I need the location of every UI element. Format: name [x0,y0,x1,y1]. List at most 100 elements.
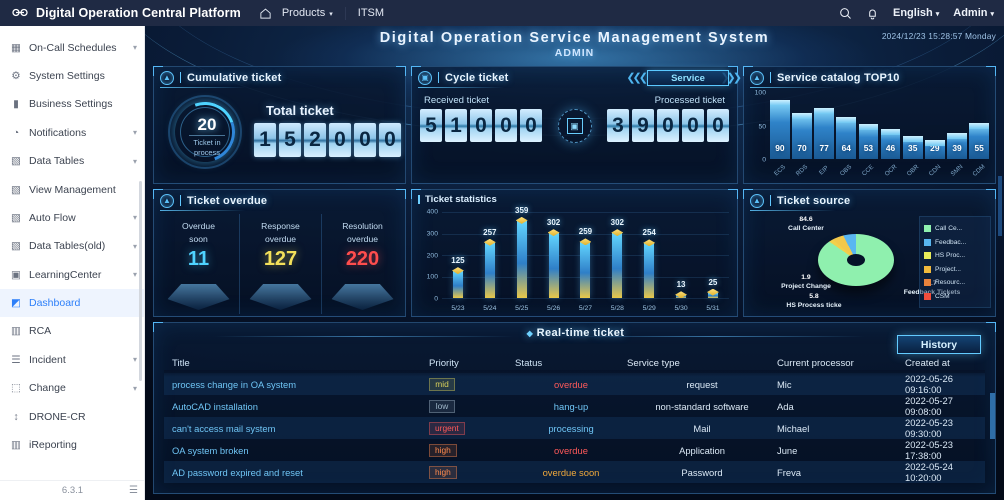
cell-title[interactable]: AutoCAD installation [164,401,429,412]
priority-badge: low [429,399,455,413]
dashboard-right-scrollbar[interactable] [998,176,1002,236]
chart-bar-column[interactable]: 39 SMN [947,93,967,178]
odometer-digit: 0 [495,109,517,142]
legend-item[interactable]: CSM [924,290,986,304]
cell-title[interactable]: AD password expired and reset [164,467,429,478]
chart-bar-column[interactable]: 257 5/24 [475,212,504,312]
chart-bar-column[interactable]: 359 5/25 [507,206,536,312]
service-button[interactable]: Service [647,70,729,86]
sidebar-item-learningcenter[interactable]: ▣ LearningCenter ▾ [0,261,144,289]
overdue-metric-card[interactable]: Response overdue 127 [240,214,322,314]
overdue-metric-card[interactable]: Resolution overdue 220 [322,214,403,314]
priority-badge: mid [429,377,455,391]
chevron-down-icon[interactable]: ▾ [133,242,137,251]
chart-bar-column[interactable]: 259 5/27 [571,212,600,312]
x-axis-tick: ECS [772,163,787,178]
sidebar-item-change[interactable]: ⬚ Change ▾ [0,374,144,402]
chart-bar-column[interactable]: 35 OBR [902,93,923,178]
cell-title[interactable]: process change in OA system [164,379,429,390]
legend-item[interactable]: Resourc... [924,276,986,290]
sidebar-item-data-tables-old[interactable]: ▧ Data Tables(old) ▾ [0,232,144,260]
legend-item[interactable]: Project... [924,263,986,277]
table-icon: ▧ [11,240,21,253]
drone-icon: ↕ [13,410,19,423]
chevron-down-icon[interactable]: ▾ [133,355,137,364]
legend-item[interactable]: Feedbac... [924,236,986,250]
table-row[interactable]: AutoCAD installation low hang-up non-standa… [164,395,985,417]
sidebar-item-incident[interactable]: ☰ Incident ▾ [0,346,144,374]
sidebar-item-ireporting[interactable]: ▥ iReporting [0,431,144,459]
cell-title[interactable]: OA system broken [164,445,429,456]
nav-itsm[interactable]: ITSM [358,7,384,19]
sidebar-item-auto-flow[interactable]: ▧ Auto Flow ▾ [0,204,144,232]
table-icon: ▧ [11,155,21,168]
chevron-down-icon[interactable]: ▾ [133,128,137,137]
table-row[interactable]: AD password expired and reset high overdue… [164,461,985,483]
bell-icon[interactable] [866,7,879,20]
user-menu[interactable]: Admin ▾ [953,7,994,19]
sidebar-item-system-settings[interactable]: ⚙ System Settings [0,62,144,90]
metric-label: Response overdue [240,220,321,245]
sidebar-item-notifications[interactable]: ◔ Notifications ▾ [0,119,144,147]
chevron-down-icon[interactable]: ▾ [133,213,137,222]
chart-bar-column[interactable]: 46 OCR [880,93,901,178]
chevron-down-icon[interactable]: ▾ [133,157,137,166]
chart-bar-column[interactable]: 125 5/23 [444,212,473,312]
table-row[interactable]: process change in OA system mid overdue req… [164,373,985,395]
table-row[interactable]: OA system broken high overdue Application Ju… [164,439,985,461]
legend-label: Call Ce... [935,225,963,233]
table-scrollbar[interactable] [990,393,995,439]
language-selector[interactable]: English ▾ [893,7,939,19]
sidebar-item-change-calendars[interactable]: ▤Change Calendars [0,26,144,33]
logo-icon[interactable] [10,4,30,22]
metric-pedestal [249,284,312,310]
chart-bar-column[interactable]: 53 CCE [858,93,879,177]
chart-bar-column[interactable]: 254 5/29 [635,212,664,312]
column-header-priority[interactable]: Priority [429,358,515,369]
bar-value-label: 259 [578,227,593,237]
chevron-down-icon[interactable]: ▾ [133,270,137,279]
sidebar-item-business-settings[interactable]: ▮ Business Settings [0,90,144,118]
panel-title: Ticket overdue [187,194,268,207]
cell-title[interactable]: can't access mail system [164,423,429,434]
x-axis-tick: 5/23 [451,305,465,312]
table-row[interactable]: can't access mail system urgent processing… [164,417,985,439]
chart-bar-column[interactable]: 302 5/28 [603,212,632,312]
chart-icon: ▥ [11,325,21,338]
chart-bar-column[interactable]: 55 CDM [969,93,989,178]
sidebar-item-drone-cr[interactable]: ↕ DRONE-CR [0,402,144,430]
chart-bar-column[interactable]: 70 RDS [792,93,812,177]
sidebar-item-dashboard[interactable]: ◩ Dashboard [0,288,144,318]
collapse-sidebar-icon[interactable]: ☰ [129,485,138,496]
search-icon[interactable] [839,7,852,20]
chart-bar-column[interactable]: 29 CDN [924,93,945,178]
chart-bar-column[interactable]: 302 5/26 [539,212,568,312]
legend-swatch [924,279,931,287]
chart-bar-column[interactable]: 90 ECS [770,93,790,177]
history-button[interactable]: History [897,335,981,354]
cell-created-at: 2022-05-26 09:16:00 [905,373,953,395]
chevron-down-icon[interactable]: ▾ [133,384,137,393]
overdue-metric-card[interactable]: Overdue soon 11 [158,214,240,314]
sidebar-item-rca[interactable]: ▥ RCA [0,317,144,345]
nav-products[interactable]: Products ▾ [282,7,333,19]
sidebar-item-view-management[interactable]: ▧ View Management [0,175,144,203]
chart-bar-column[interactable]: 64 OBS [836,93,857,177]
chart-bar-column[interactable]: 13 5/30 [667,212,696,312]
chart-bar-column[interactable]: 77 EIP [814,93,834,176]
column-header-service-type[interactable]: Service type [627,358,777,369]
column-header-title[interactable]: Title [164,358,429,369]
column-header-created-at[interactable]: Created at [905,358,985,369]
chart-bar-column[interactable]: 25 5/31 [699,212,728,312]
bar-value-label: 359 [515,205,529,215]
legend-item[interactable]: Call Ce... [924,222,986,236]
home-icon[interactable] [259,7,272,20]
sidebar-item-on-call-schedules[interactable]: ▦ On-Call Schedules ▾ [0,33,144,61]
legend-item[interactable]: HS Proc... [924,249,986,263]
sidebar-scrollbar[interactable] [139,181,142,381]
column-header-current-processor[interactable]: Current processor [777,358,905,369]
sidebar-item-data-tables[interactable]: ▧ Data Tables ▾ [0,147,144,175]
chevron-down-icon[interactable]: ▾ [133,43,137,52]
y-axis-tick: 400 [426,208,438,216]
column-header-status[interactable]: Status [515,358,627,369]
